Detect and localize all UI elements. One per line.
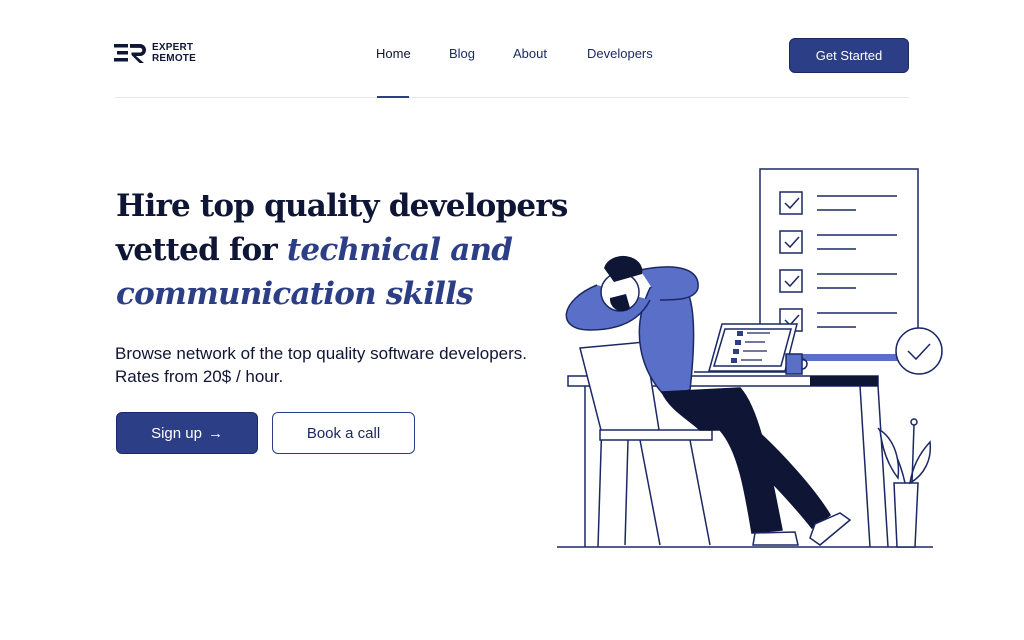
header-divider (115, 97, 909, 98)
hero-title-emphasis-2: communication skills (116, 276, 474, 312)
hero-title-emphasis-1: technical and (286, 232, 513, 268)
hero-title-line1: Hire top quality developers (116, 188, 568, 224)
sign-up-label: Sign up (151, 424, 202, 442)
brand-logo[interactable]: EXPERT REMOTE (114, 42, 196, 64)
potted-plant (877, 418, 932, 548)
nav-about[interactable]: About (513, 46, 547, 61)
brand-line1: EXPERT (152, 42, 194, 53)
check-circle-icon (895, 327, 943, 375)
hero-subtitle-line2: Rates from 20$ / hour. (115, 367, 284, 386)
active-nav-indicator (377, 96, 409, 98)
brand-line2: REMOTE (152, 53, 196, 64)
nav-home[interactable]: Home (376, 46, 411, 61)
nav-developers[interactable]: Developers (587, 46, 653, 61)
brand-name: EXPERT REMOTE (152, 42, 196, 64)
hero-subtitle-line1: Browse network of the top quality softwa… (115, 344, 527, 363)
logo-mark-icon (114, 44, 146, 63)
developer-relaxing-illustration (557, 168, 943, 548)
book-call-button[interactable]: Book a call (272, 412, 415, 454)
sign-up-button[interactable]: Sign up → (116, 412, 258, 454)
hero-title: Hire top quality developers vetted for t… (116, 184, 586, 316)
arrow-right-icon: → (207, 424, 223, 442)
hero-title-line2: vetted for (116, 232, 287, 268)
nav-blog[interactable]: Blog (449, 46, 475, 61)
hero-subtitle: Browse network of the top quality softwa… (115, 342, 555, 388)
site-header: EXPERT REMOTE Home Blog About Developers… (0, 0, 1024, 98)
get-started-button[interactable]: Get Started (789, 38, 909, 73)
